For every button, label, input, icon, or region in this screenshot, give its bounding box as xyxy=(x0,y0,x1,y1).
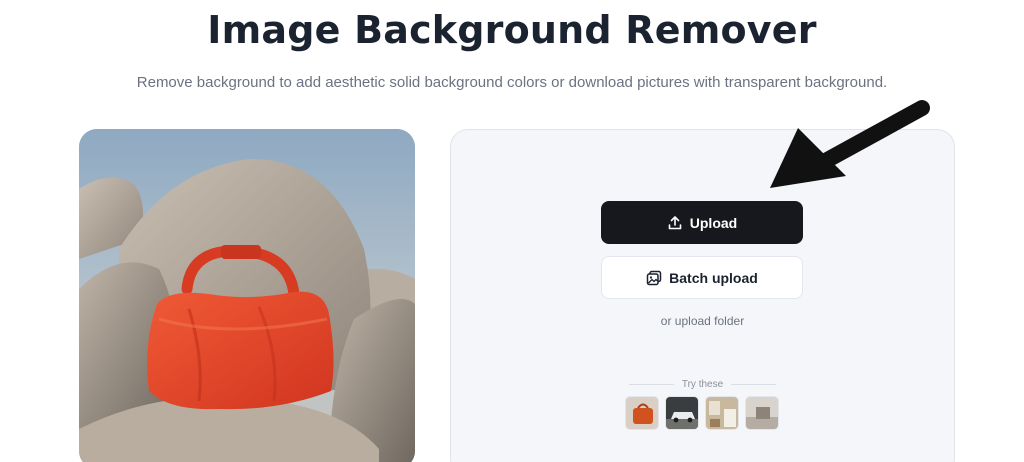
upload-button-label: Upload xyxy=(689,214,738,231)
upload-icon xyxy=(668,215,682,229)
batch-upload-button-label: Batch upload xyxy=(669,269,758,286)
sample-thumbnail-bag[interactable] xyxy=(625,396,659,430)
try-these-divider: Try these xyxy=(451,379,954,390)
try-these-label: Try these xyxy=(681,379,724,390)
example-photo-red-bag xyxy=(79,129,415,462)
sample-thumbnail-room[interactable] xyxy=(705,396,739,430)
annotation-arrow xyxy=(770,100,930,188)
page-subtitle: Remove background to add aesthetic solid… xyxy=(136,74,888,91)
background-remover-page: Image Background Remover Remove backgrou… xyxy=(0,0,1024,462)
sample-thumbnail-product[interactable] xyxy=(745,396,779,430)
batch-images-icon xyxy=(646,270,662,285)
sample-thumbnail-car[interactable] xyxy=(665,396,699,430)
product-thumbnail-icon xyxy=(746,397,778,429)
bag-on-rocks-illustration xyxy=(79,129,415,462)
sample-images xyxy=(625,396,779,430)
upload-button[interactable]: Upload xyxy=(601,201,803,244)
page-title: Image Background Remover xyxy=(207,8,817,52)
divider-line-left xyxy=(628,384,674,385)
room-thumbnail-icon xyxy=(706,397,738,429)
divider-line-right xyxy=(731,384,777,385)
car-thumbnail-icon xyxy=(666,397,698,429)
batch-upload-button[interactable]: Batch upload xyxy=(601,256,803,299)
bag-thumbnail-icon xyxy=(626,397,658,429)
upload-folder-link[interactable]: or upload folder xyxy=(451,314,954,328)
